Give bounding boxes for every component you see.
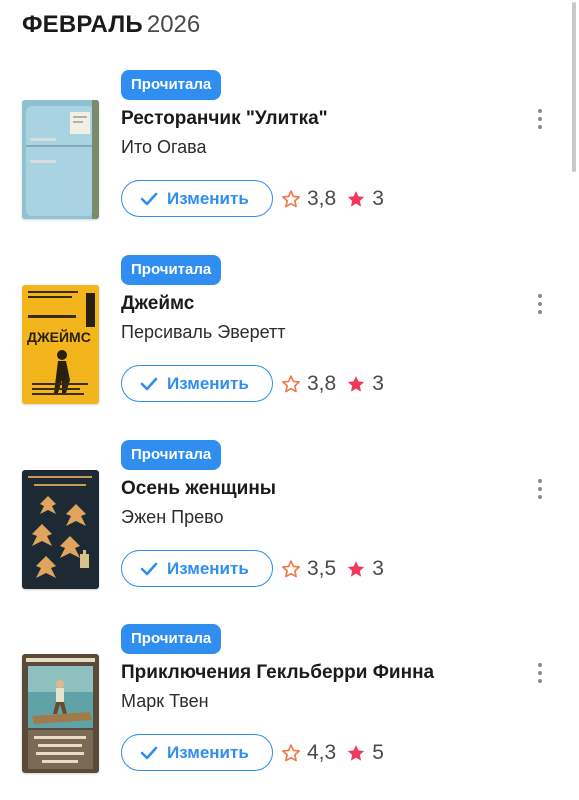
book-title[interactable]: Джеймс — [121, 291, 194, 317]
status-badge: Прочитала — [121, 624, 222, 654]
book-author[interactable]: Марк Твен — [121, 688, 209, 714]
edit-button[interactable]: Изменить — [121, 365, 273, 402]
raft-illustration-cover-icon — [22, 654, 99, 773]
status-badge: Прочитала — [121, 70, 222, 100]
yellow-figure-cover-icon: ДЖЕЙМС — [22, 285, 99, 404]
rating-row: 3,8 3 — [281, 184, 384, 214]
star-filled-icon — [348, 191, 365, 207]
star-outline-icon — [282, 744, 300, 762]
my-rating: 5 — [372, 741, 384, 764]
checkmark-icon — [140, 562, 158, 575]
more-options-icon[interactable] — [530, 660, 550, 686]
star-outline-icon — [282, 190, 300, 208]
star-filled-icon — [348, 745, 365, 761]
book-title[interactable]: Ресторанчик "Улитка" — [121, 106, 328, 132]
year-label: 2026 — [146, 11, 201, 38]
book-cover[interactable] — [22, 470, 99, 589]
book-cover[interactable] — [22, 100, 99, 219]
checkmark-icon — [140, 192, 158, 205]
book-author[interactable]: Ито Огава — [121, 134, 207, 160]
average-rating: 3,5 — [307, 557, 337, 580]
book-item[interactable]: Прочитала Ресторанчик "Улитка" Ито Огава… — [0, 70, 579, 245]
star-filled-icon — [348, 561, 365, 577]
more-options-icon[interactable] — [530, 291, 550, 317]
status-badge: Прочитала — [121, 440, 222, 470]
book-author[interactable]: Эжен Прево — [121, 504, 223, 530]
checkmark-icon — [140, 746, 158, 759]
checkmark-icon — [140, 377, 158, 390]
edit-button-label: Изменить — [167, 558, 249, 578]
star-outline-icon — [282, 375, 300, 393]
average-rating: 4,3 — [307, 741, 337, 764]
book-item[interactable]: Прочитала Приключения Гекльберри Финна М… — [0, 624, 579, 799]
month-label: ФЕВРАЛЬ — [22, 11, 143, 38]
blue-fridge-cover-icon — [22, 100, 99, 219]
edit-button-label: Изменить — [167, 373, 249, 393]
my-rating: 3 — [372, 557, 384, 580]
book-title[interactable]: Осень женщины — [121, 476, 276, 502]
more-options-icon[interactable] — [530, 476, 550, 502]
month-header: ФЕВРАЛЬ 2026 — [22, 10, 200, 40]
my-rating: 3 — [372, 187, 384, 210]
book-item[interactable]: Прочитала ДЖЕЙМС Джеймс Персиваль Эверет… — [0, 255, 579, 430]
average-rating: 3,8 — [307, 372, 337, 395]
book-title[interactable]: Приключения Гекльберри Финна — [121, 660, 434, 686]
dark-leaves-cover-icon — [22, 470, 99, 589]
edit-button[interactable]: Изменить — [121, 550, 273, 587]
edit-button-label: Изменить — [167, 742, 249, 762]
star-outline-icon — [282, 560, 300, 578]
rating-row: 3,5 3 — [281, 554, 384, 584]
status-badge: Прочитала — [121, 255, 222, 285]
book-author[interactable]: Персиваль Эверетт — [121, 319, 286, 345]
star-filled-icon — [348, 376, 365, 392]
edit-button-label: Изменить — [167, 188, 249, 208]
book-cover[interactable]: ДЖЕЙМС — [22, 285, 99, 404]
book-item[interactable]: Прочитала Осень женщины Эжен Прево Измен… — [0, 440, 579, 615]
rating-row: 4,3 5 — [281, 738, 384, 768]
svg-text:ДЖЕЙМС: ДЖЕЙМС — [27, 328, 91, 345]
edit-button[interactable]: Изменить — [121, 734, 273, 771]
my-rating: 3 — [372, 372, 384, 395]
average-rating: 3,8 — [307, 187, 337, 210]
edit-button[interactable]: Изменить — [121, 180, 273, 217]
rating-row: 3,8 3 — [281, 369, 384, 399]
more-options-icon[interactable] — [530, 106, 550, 132]
book-cover[interactable] — [22, 654, 99, 773]
